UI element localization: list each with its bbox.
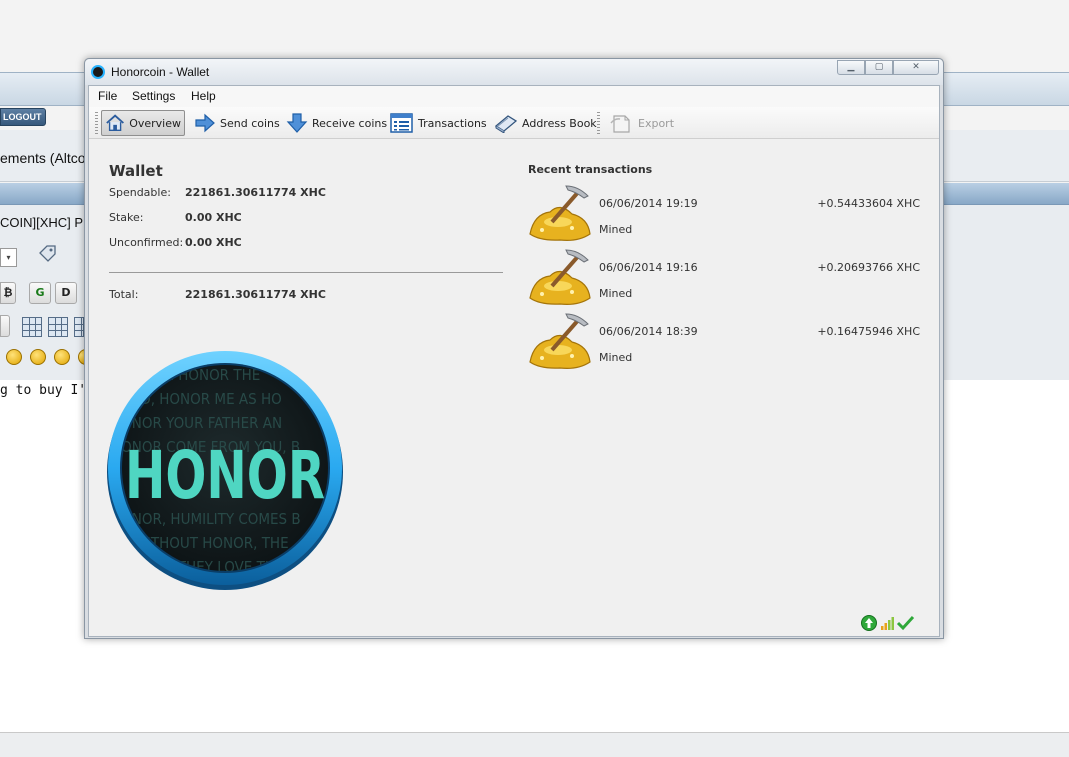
window-titlebar[interactable]: Honorcoin - Wallet ▁ ▢ ✕ [85, 59, 943, 85]
synced-check-icon[interactable] [896, 615, 915, 631]
logo-honor-word: HONOR [125, 437, 325, 514]
background-table-icon[interactable] [22, 317, 42, 337]
background-smiley-icon[interactable] [54, 349, 70, 365]
send-arrow-icon [195, 113, 215, 133]
address-book-label: Address Book [522, 116, 597, 130]
transaction-date: 06/06/2014 18:39 [599, 325, 698, 338]
home-icon [106, 114, 124, 132]
background-logout-button[interactable]: LOGOUT [0, 108, 46, 126]
address-book-button[interactable]: Address Book [491, 110, 600, 136]
receive-coins-label: Receive coins [312, 116, 388, 130]
window-client-area: File Settings Help Overview Send coins R… [88, 85, 940, 637]
stake-label: Stake: [109, 211, 144, 224]
logo-bg-line: HONOR YOUR FATHER AN [111, 414, 282, 432]
receive-coins-button[interactable]: Receive coins [283, 110, 390, 136]
menu-help[interactable]: Help [191, 89, 216, 103]
honorcoin-app-icon [91, 65, 105, 79]
wallet-heading: Wallet [109, 162, 163, 180]
background-tag-icon[interactable] [37, 244, 57, 264]
staking-arrow-icon[interactable] [861, 615, 877, 631]
mined-gold-pile-icon [529, 249, 591, 305]
background-smiley-icon[interactable] [6, 349, 22, 365]
transaction-amount: +0.20693766 XHC [817, 261, 920, 274]
receive-arrow-icon [286, 113, 308, 133]
background-heading-text: ements (Altco [0, 150, 86, 166]
maximize-button[interactable]: ▢ [865, 60, 893, 75]
window-title: Honorcoin - Wallet [111, 65, 210, 79]
honorcoin-logo: THE HONOR THE AND, HONOR ME AS HO HONOR … [107, 351, 343, 590]
spendable-label: Spendable: [109, 186, 171, 199]
send-coins-label: Send coins [220, 116, 280, 130]
menu-file[interactable]: File [98, 89, 117, 103]
toolbar-grip[interactable] [95, 112, 98, 134]
minimize-button[interactable]: ▁ [837, 60, 865, 75]
main-toolbar: Overview Send coins Receive coins Transa… [89, 107, 939, 139]
background-table-col-icon[interactable] [74, 317, 84, 337]
transactions-label: Transactions [418, 116, 487, 130]
total-value: 221861.30611774 XHC [185, 288, 326, 301]
transaction-date: 06/06/2014 19:16 [599, 261, 698, 274]
background-table-row-icon[interactable] [48, 317, 68, 337]
export-icon [610, 115, 630, 133]
background-bottom-bar [0, 732, 1069, 757]
send-coins-button[interactable]: Send coins [191, 110, 283, 136]
close-button[interactable]: ✕ [893, 60, 939, 75]
recent-transactions-heading: Recent transactions [528, 163, 653, 176]
menu-settings[interactable]: Settings [132, 89, 175, 103]
transaction-row[interactable]: 06/06/2014 19:16 +0.20693766 XHC Mined [528, 248, 923, 308]
overview-button[interactable]: Overview [101, 110, 185, 136]
spendable-value: 221861.30611774 XHC [185, 186, 326, 199]
export-label: Export [638, 116, 675, 130]
background-subject-text: COIN][XHC] P [0, 215, 84, 230]
background-d-icon[interactable]: D [55, 282, 77, 304]
toolbar-grip[interactable] [597, 112, 600, 134]
stake-value: 0.00 XHC [185, 211, 242, 224]
connection-signal-icon[interactable] [881, 617, 894, 630]
status-bar-icons [861, 615, 915, 631]
mined-gold-pile-icon [529, 313, 591, 369]
transaction-type: Mined [599, 351, 633, 364]
unconfirmed-label: Unconfirmed: [109, 236, 184, 249]
unconfirmed-value: 0.00 XHC [185, 236, 242, 249]
transactions-list-icon [390, 113, 413, 133]
transaction-type: Mined [599, 287, 633, 300]
wallet-window: Honorcoin - Wallet ▁ ▢ ✕ File Settings H… [84, 58, 944, 639]
transactions-button[interactable]: Transactions [387, 110, 490, 136]
transaction-row[interactable]: 06/06/2014 19:19 +0.54433604 XHC Mined [528, 184, 923, 244]
background-bitcoin-icon[interactable]: ₿ [0, 282, 16, 304]
total-label: Total: [109, 288, 139, 301]
background-smiley-icon[interactable] [30, 349, 46, 365]
transaction-type: Mined [599, 223, 633, 236]
address-book-icon [494, 115, 518, 133]
export-button[interactable]: Export [607, 110, 677, 136]
transaction-amount: +0.54433604 XHC [817, 197, 920, 210]
balance-divider [109, 272, 503, 273]
mined-gold-pile-icon [529, 185, 591, 241]
overview-label: Overview [129, 116, 181, 130]
background-image-icon[interactable] [0, 315, 10, 337]
menu-bar: File Settings Help [89, 86, 939, 107]
background-font-select[interactable]: ▾ [0, 248, 17, 267]
background-g-icon[interactable]: G [29, 282, 51, 304]
transaction-date: 06/06/2014 19:19 [599, 197, 698, 210]
transaction-row[interactable]: 06/06/2014 18:39 +0.16475946 XHC Mined [528, 312, 923, 372]
transaction-amount: +0.16475946 XHC [817, 325, 920, 338]
